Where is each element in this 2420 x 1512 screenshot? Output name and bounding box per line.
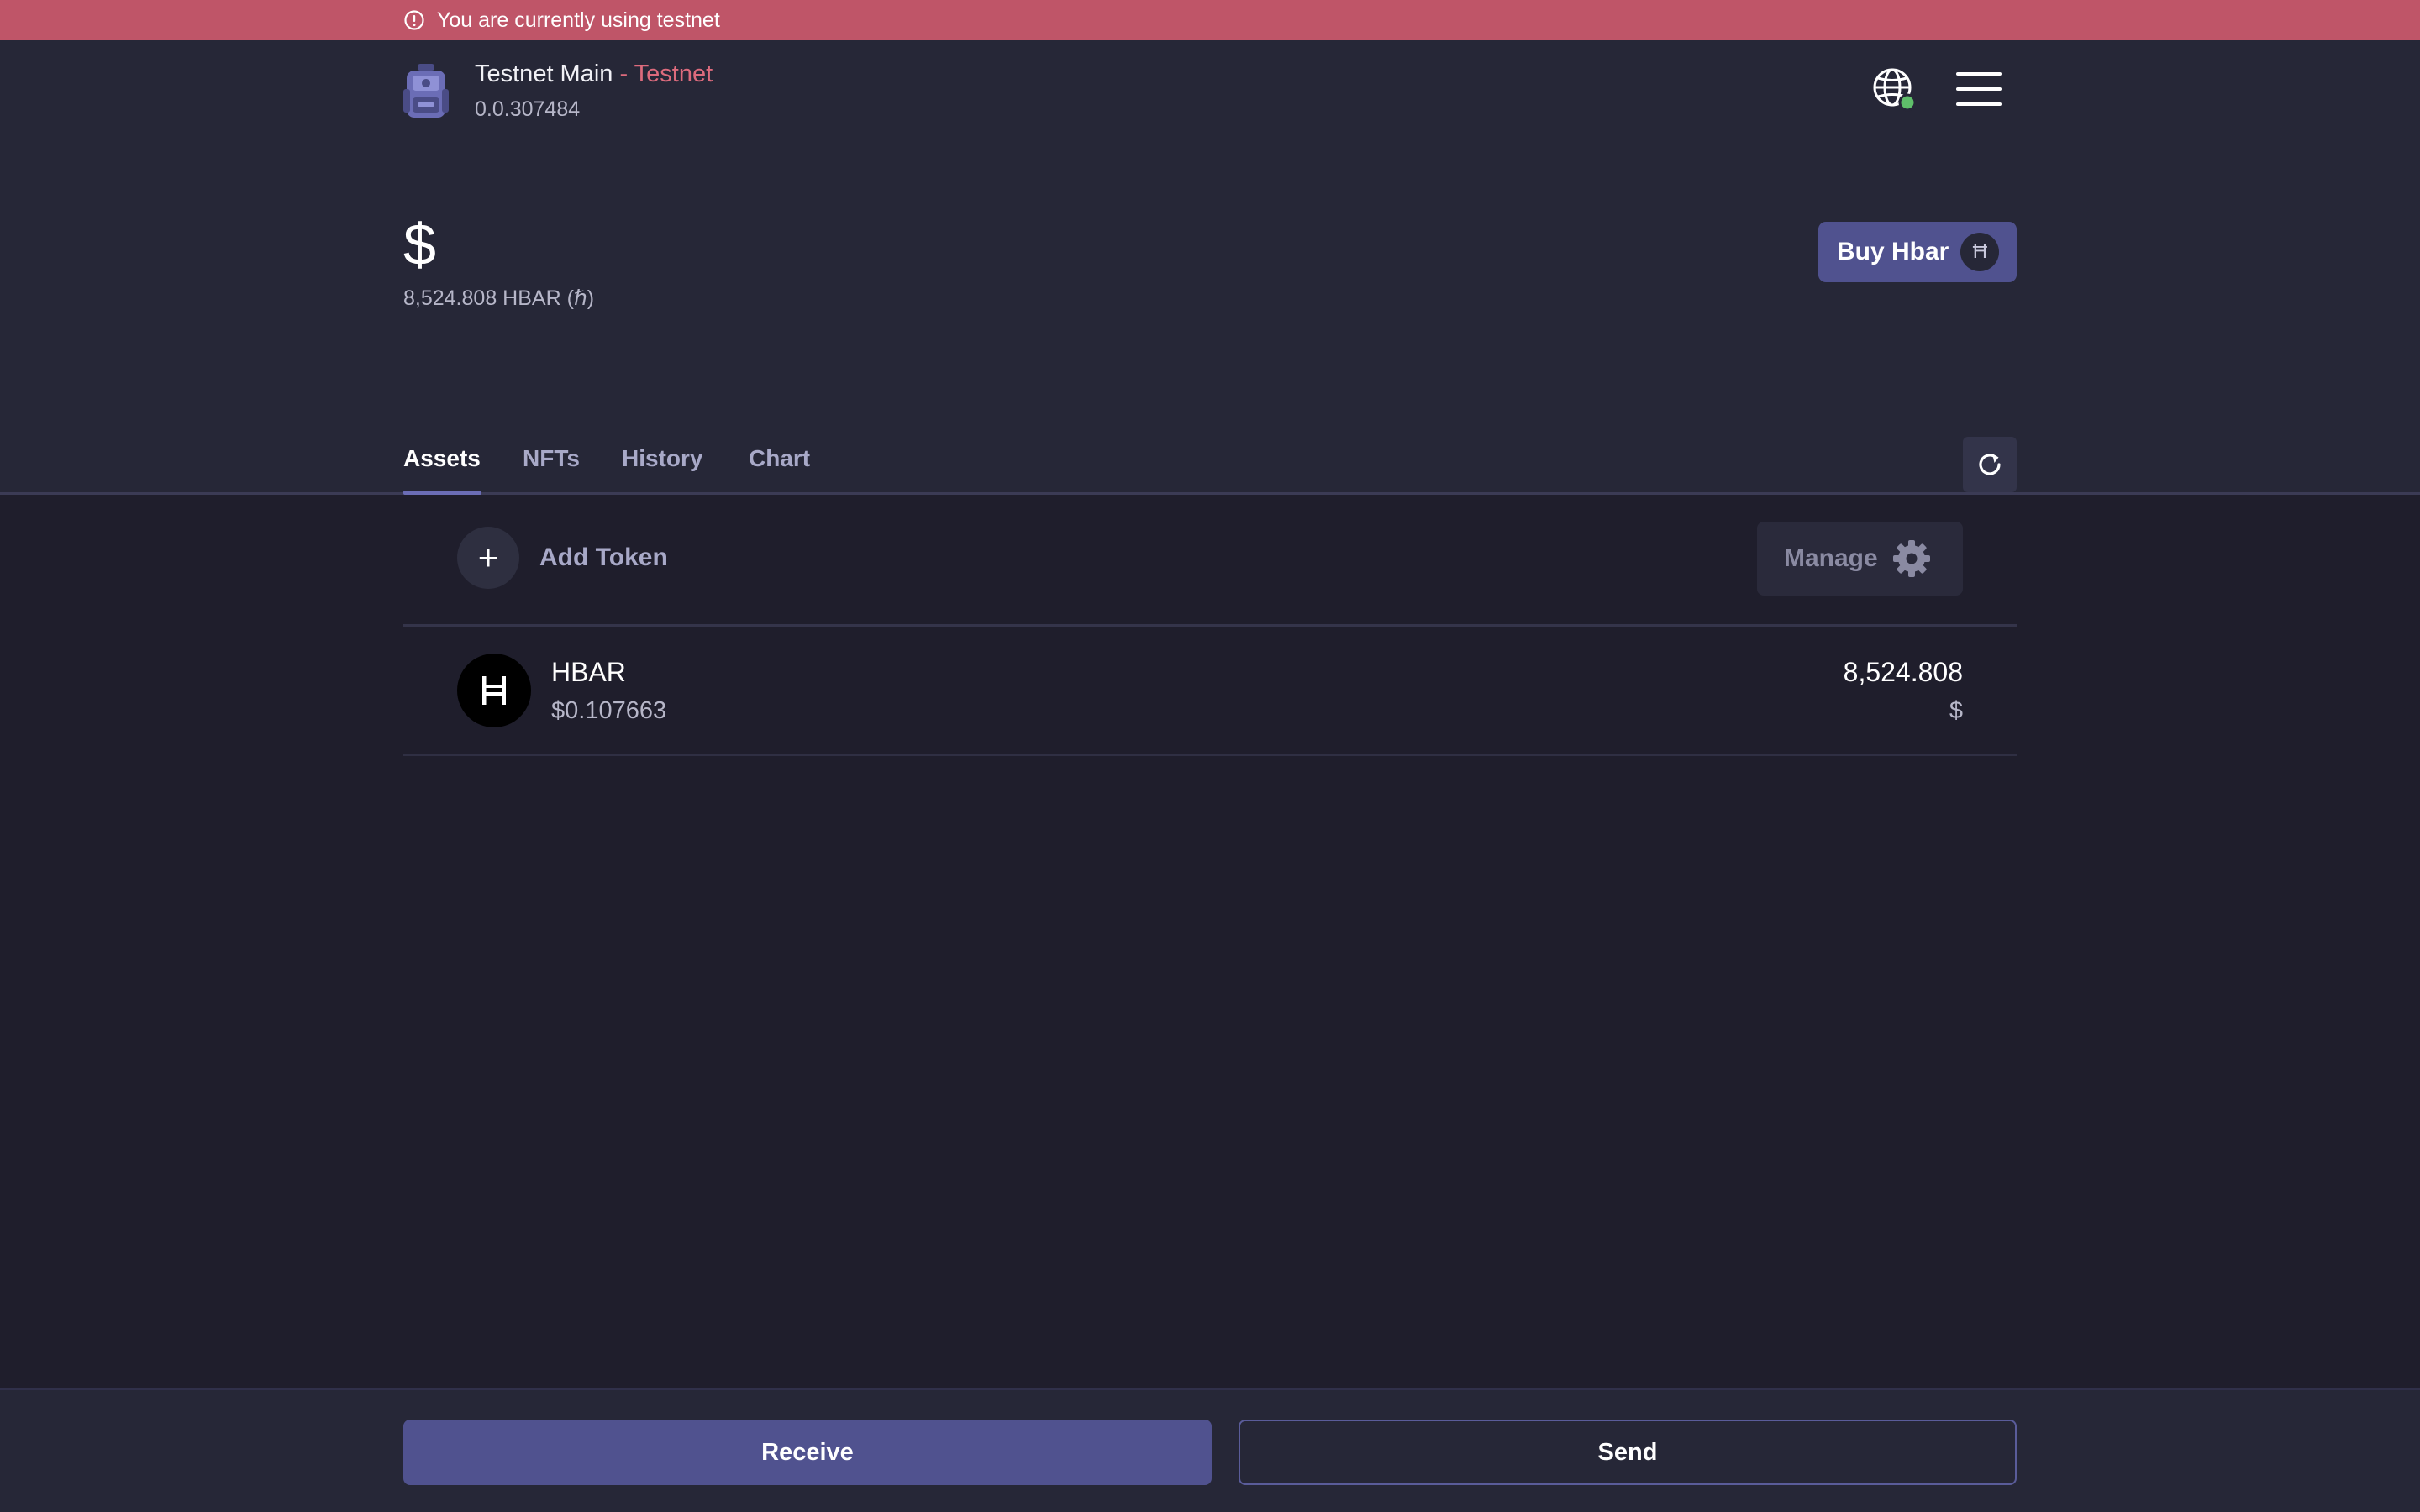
testnet-banner-text: You are currently using testnet (437, 8, 720, 32)
gear-icon (1892, 540, 1930, 577)
plus-icon: + (457, 527, 519, 589)
asset-fiat-value: $ (1949, 697, 1963, 724)
wallet-header (0, 40, 2420, 494)
refresh-button[interactable] (1963, 437, 2017, 492)
main-menu-button[interactable] (1956, 71, 2002, 108)
tabs-divider (0, 492, 2420, 495)
tab-history[interactable]: History (622, 445, 702, 472)
account-id[interactable]: 0.0.307484 (475, 97, 580, 122)
alert-circle-icon (404, 10, 424, 30)
hamburger-menu-icon (1956, 72, 2002, 106)
testnet-banner: You are currently using testnet (0, 0, 2420, 40)
globe-icon (1873, 68, 1917, 112)
asset-row-divider (403, 754, 2017, 756)
testnet-banner-content: You are currently using testnet (403, 0, 720, 40)
hbar-balance: 8,524.808 HBAR (ℏ) (403, 286, 595, 310)
add-token-button[interactable]: + Add Token (457, 527, 668, 589)
network-label: - Testnet (613, 60, 713, 87)
online-status-dot (1898, 93, 1917, 112)
account-name-text: Testnet Main (475, 60, 613, 87)
tab-nfts[interactable]: NFTs (523, 445, 580, 472)
manage-button[interactable]: Manage (1757, 522, 1963, 596)
asset-balance: 8,524.808 (1843, 657, 1963, 687)
asset-price: $0.107663 (551, 697, 667, 724)
wallet-logo-icon (403, 64, 449, 118)
hbar-icon: Ħ (1960, 233, 2000, 271)
network-button[interactable] (1870, 66, 1918, 113)
buy-hbar-button[interactable]: Buy Hbar Ħ (1818, 222, 2017, 282)
fiat-balance: $ (403, 212, 436, 277)
tab-assets[interactable]: Assets (403, 445, 481, 472)
tab-chart[interactable]: Chart (749, 445, 810, 472)
add-token-label: Add Token (539, 543, 668, 571)
buy-hbar-label: Buy Hbar (1837, 238, 1949, 265)
refresh-icon (1979, 454, 2001, 475)
manage-label: Manage (1784, 544, 1878, 572)
asset-name: HBAR (551, 657, 626, 687)
account-name[interactable]: Testnet Main - Testnet (475, 60, 713, 88)
hbar-token-icon (457, 654, 531, 727)
hbar-logo-icon (482, 676, 506, 705)
send-button[interactable]: Send (1239, 1420, 2017, 1485)
active-tab-indicator (403, 491, 481, 495)
assets-divider (403, 624, 2017, 627)
receive-button[interactable]: Receive (403, 1420, 1212, 1485)
